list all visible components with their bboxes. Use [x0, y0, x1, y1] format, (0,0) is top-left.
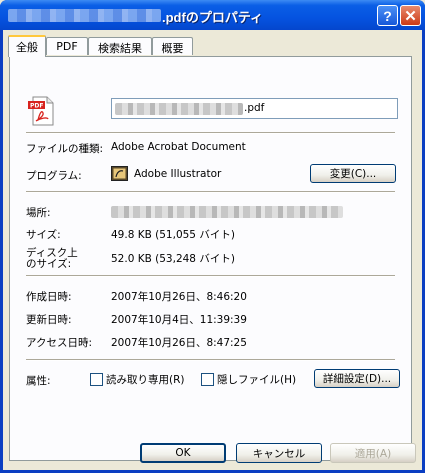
advanced-button[interactable]: 詳細設定(D)...	[314, 369, 400, 388]
location-value-redacted	[111, 206, 343, 218]
size-label: サイズ:	[26, 229, 61, 241]
apply-button[interactable]: 適用(A)	[330, 443, 416, 463]
disk-size-value: 52.0 KB (53,248 バイト)	[111, 253, 235, 265]
tab-summary[interactable]: 概要	[152, 37, 193, 55]
created-value: 2007年10月26日、8:46:20	[111, 291, 247, 303]
created-label: 作成日時:	[26, 291, 72, 303]
tab-search-results[interactable]: 検索結果	[88, 37, 152, 55]
disk-size-label-line1: ディスク上	[26, 247, 78, 259]
window-title: .pdfのプロパティ	[162, 10, 264, 25]
filename-redacted	[115, 103, 243, 115]
modified-value: 2007年10月4日、11:39:39	[111, 314, 247, 326]
accessed-value: 2007年10月26日、8:47:25	[111, 337, 247, 349]
divider	[26, 359, 395, 361]
accessed-label: アクセス日時:	[26, 337, 93, 349]
file-type-value: Adobe Acrobat Document	[111, 141, 246, 153]
close-button[interactable]: ✕	[400, 5, 421, 26]
title-filename-redacted	[8, 9, 161, 22]
disk-size-label-line2: のサイズ:	[26, 258, 72, 270]
readonly-checkbox-label: 読み取り専用(R)	[106, 374, 185, 386]
filename-extension: .pdf	[244, 102, 265, 114]
change-program-button[interactable]: 変更(C)...	[310, 164, 396, 183]
hidden-checkbox[interactable]: 隠しファイル(H)	[201, 372, 296, 387]
title-bar[interactable]: .pdfのプロパティ ? ✕	[0, 0, 425, 30]
attributes-label: 属性:	[26, 375, 51, 387]
ok-button[interactable]: OK	[140, 443, 226, 463]
hidden-checkbox-label: 隠しファイル(H)	[217, 374, 297, 386]
dialog-client: 全般 PDF 検索結果 概要 PDF .pdf ファイルの種類: Adobe A…	[3, 30, 422, 470]
divider	[26, 275, 395, 277]
readonly-checkbox-box[interactable]	[90, 373, 103, 386]
cancel-button[interactable]: キャンセル	[236, 443, 322, 463]
svg-text:PDF: PDF	[30, 103, 43, 110]
pdf-file-icon: PDF	[28, 96, 54, 126]
general-panel: PDF .pdf ファイルの種類: Adobe Acrobat Document…	[9, 56, 412, 461]
tab-general[interactable]: 全般	[8, 35, 46, 57]
help-button[interactable]: ?	[377, 5, 398, 26]
tab-pdf[interactable]: PDF	[46, 37, 88, 55]
filename-field[interactable]: .pdf	[111, 98, 398, 119]
program-label: プログラム:	[26, 170, 82, 182]
divider	[26, 191, 395, 193]
location-label: 場所:	[26, 207, 51, 219]
modified-label: 更新日時:	[26, 314, 72, 326]
size-value: 49.8 KB (51,055 バイト)	[111, 229, 235, 241]
hidden-checkbox-box[interactable]	[201, 373, 214, 386]
program-value: Adobe Illustrator	[134, 168, 222, 180]
illustrator-icon	[111, 166, 128, 181]
properties-window: .pdfのプロパティ ? ✕ 全般 PDF 検索結果 概要 PDF .pdf フ…	[0, 0, 425, 473]
file-type-label: ファイルの種類:	[26, 143, 104, 155]
divider	[26, 132, 395, 134]
readonly-checkbox[interactable]: 読み取り専用(R)	[90, 372, 185, 387]
